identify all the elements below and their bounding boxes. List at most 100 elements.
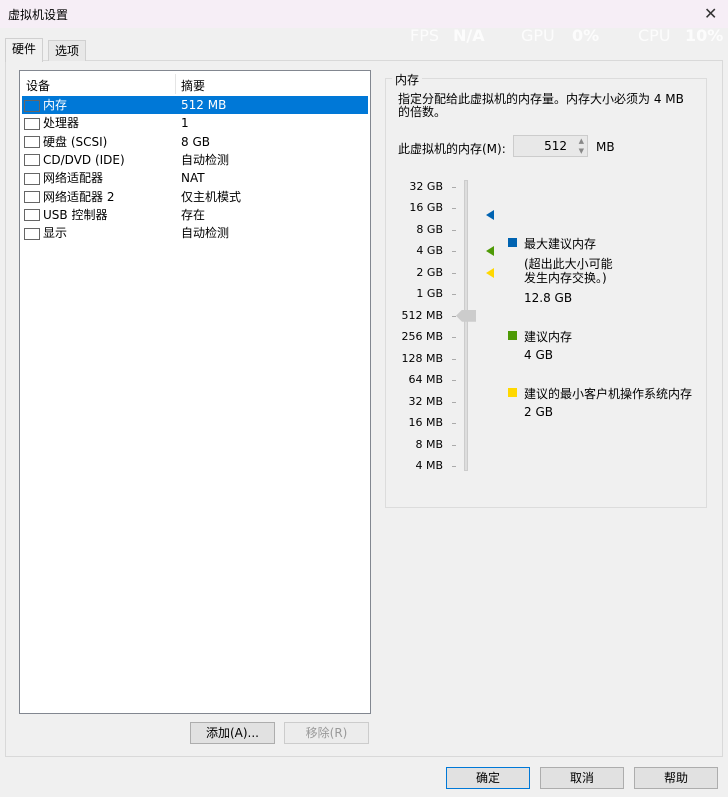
monitor-icon bbox=[24, 227, 40, 240]
device-list: 设备 摘要 内存 512 MB 处理器 1 硬盘 (SCSI) 8 GB CD/DVD (I… bbox=[19, 70, 371, 714]
column-device[interactable]: 设备 bbox=[26, 77, 50, 95]
slider-tick-label: 64 MB bbox=[408, 373, 443, 387]
memory-description: 指定分配给此虚拟机的内存量。内存大小必须为 4 MB 的倍数。 bbox=[398, 92, 684, 119]
slider-tick-label: 2 GB bbox=[416, 265, 443, 279]
network-icon bbox=[24, 172, 40, 185]
slider-tick bbox=[452, 358, 456, 360]
slider-tick-label: 32 GB bbox=[409, 180, 443, 193]
window-title: 虚拟机设置 bbox=[8, 8, 69, 22]
cpu-label: CPU bbox=[638, 26, 671, 45]
slider-tick bbox=[452, 272, 456, 274]
slider-tick-label: 1 GB bbox=[416, 287, 443, 301]
gpu-label: GPU bbox=[521, 26, 555, 45]
legend-marker-icon bbox=[486, 267, 494, 278]
gpu-value: 0% bbox=[572, 26, 600, 45]
device-row[interactable]: 硬盘 (SCSI) 8 GB bbox=[22, 133, 368, 151]
slider-tick-label: 4 MB bbox=[415, 458, 443, 472]
legend-swatch bbox=[508, 238, 517, 247]
device-row[interactable]: 显示 自动检测 bbox=[22, 224, 368, 242]
memory-spinbox[interactable]: 512 ▲ ▼ bbox=[513, 135, 588, 157]
device-name: CD/DVD (IDE) bbox=[43, 152, 125, 167]
device-row[interactable]: 处理器 1 bbox=[22, 114, 368, 132]
slider-tick-label: 4 GB bbox=[416, 244, 443, 258]
device-summary: NAT bbox=[181, 171, 205, 186]
disk-icon bbox=[24, 136, 40, 149]
spin-arrows-icon[interactable]: ▲ ▼ bbox=[579, 136, 584, 156]
fps-label: FPS bbox=[410, 26, 440, 45]
slider-tick bbox=[452, 208, 456, 210]
slider-tick bbox=[452, 229, 456, 231]
cd-icon bbox=[24, 154, 40, 167]
memory-unit: MB bbox=[596, 140, 615, 154]
device-name: 处理器 bbox=[43, 116, 80, 131]
device-row[interactable]: USB 控制器 存在 bbox=[22, 206, 368, 224]
legend-swatch bbox=[508, 388, 517, 397]
memory-value[interactable]: 512 bbox=[544, 139, 567, 153]
device-row[interactable]: 网络适配器 NAT bbox=[22, 169, 368, 187]
memory-group-label: 内存 bbox=[392, 71, 423, 88]
close-button[interactable]: ✕ bbox=[704, 4, 717, 23]
network-icon bbox=[24, 191, 40, 203]
slider-tick bbox=[452, 423, 456, 425]
device-name: 显示 bbox=[43, 226, 68, 241]
slider-tick-label: 8 GB bbox=[416, 222, 443, 236]
usb-icon bbox=[24, 209, 40, 222]
slider-tick-label: 8 MB bbox=[415, 437, 443, 451]
tab-hardware[interactable]: 硬件 bbox=[5, 38, 44, 62]
legend-title: 建议的最小客户机操作系统内存 bbox=[524, 387, 693, 401]
slider-tick-label: 512 MB bbox=[401, 308, 443, 322]
device-name: USB 控制器 bbox=[43, 207, 108, 222]
slider-tick-label: 128 MB bbox=[401, 351, 443, 365]
slider-tick bbox=[452, 294, 456, 296]
slider-tick bbox=[452, 337, 456, 339]
tab-options[interactable]: 选项 bbox=[48, 40, 87, 61]
device-summary: 1 bbox=[181, 116, 189, 131]
add-button[interactable]: 添加(A)... bbox=[190, 722, 275, 744]
slider-tick bbox=[452, 315, 456, 317]
column-summary[interactable]: 摘要 bbox=[181, 77, 205, 95]
device-row[interactable]: 网络适配器 2 仅主机模式 bbox=[22, 188, 368, 206]
slider-tick bbox=[452, 401, 456, 403]
legend-title: 建议内存 bbox=[524, 330, 573, 344]
slider-tick bbox=[452, 444, 456, 446]
cpu-value: 10% bbox=[685, 26, 724, 45]
remove-button[interactable]: 移除(R) bbox=[284, 722, 369, 744]
slider-tick-label: 256 MB bbox=[401, 330, 443, 344]
slider-tick-label: 16 GB bbox=[409, 201, 443, 215]
device-summary: 仅主机模式 bbox=[181, 189, 242, 204]
device-summary: 8 GB bbox=[181, 134, 210, 149]
legend-value: 12.8 GB bbox=[524, 291, 573, 305]
slider-tick bbox=[452, 187, 456, 188]
device-name: 硬盘 (SCSI) bbox=[43, 134, 108, 149]
fps-value: N/A bbox=[453, 26, 485, 45]
slider-tick bbox=[452, 465, 456, 467]
legend-swatch bbox=[508, 331, 517, 340]
cancel-button[interactable]: 取消 bbox=[540, 767, 624, 789]
slider-tick-label: 32 MB bbox=[408, 394, 443, 408]
legend-value: 4 GB bbox=[524, 348, 553, 362]
device-summary: 自动检测 bbox=[181, 226, 230, 241]
legend-marker-icon bbox=[486, 210, 494, 221]
device-row[interactable]: CD/DVD (IDE) 自动检测 bbox=[22, 151, 368, 169]
device-name: 内存 bbox=[43, 98, 68, 112]
memory-icon bbox=[24, 99, 40, 112]
slider-tick-label: 16 MB bbox=[408, 416, 443, 430]
legend-marker-icon bbox=[486, 246, 494, 257]
device-name: 网络适配器 2 bbox=[43, 189, 115, 204]
slider-tick bbox=[452, 380, 456, 382]
device-summary: 512 MB bbox=[181, 98, 227, 112]
legend-note: 发生内存交换。) bbox=[524, 271, 607, 285]
device-row[interactable]: 内存 512 MB bbox=[22, 96, 368, 114]
legend-value: 2 GB bbox=[524, 405, 553, 419]
title-bar bbox=[0, 0, 728, 28]
cpu-icon bbox=[24, 117, 40, 130]
help-button[interactable]: 帮助 bbox=[634, 767, 718, 789]
ok-button[interactable]: 确定 bbox=[446, 767, 530, 789]
slider-tick bbox=[452, 251, 456, 253]
legend-title: 最大建议内存 bbox=[524, 237, 597, 251]
memory-slider-track[interactable] bbox=[464, 180, 468, 471]
memory-field-label: 此虚拟机的内存(M): bbox=[398, 142, 506, 156]
device-summary: 自动检测 bbox=[181, 152, 230, 167]
device-name: 网络适配器 bbox=[43, 171, 104, 186]
device-summary: 存在 bbox=[181, 207, 206, 222]
